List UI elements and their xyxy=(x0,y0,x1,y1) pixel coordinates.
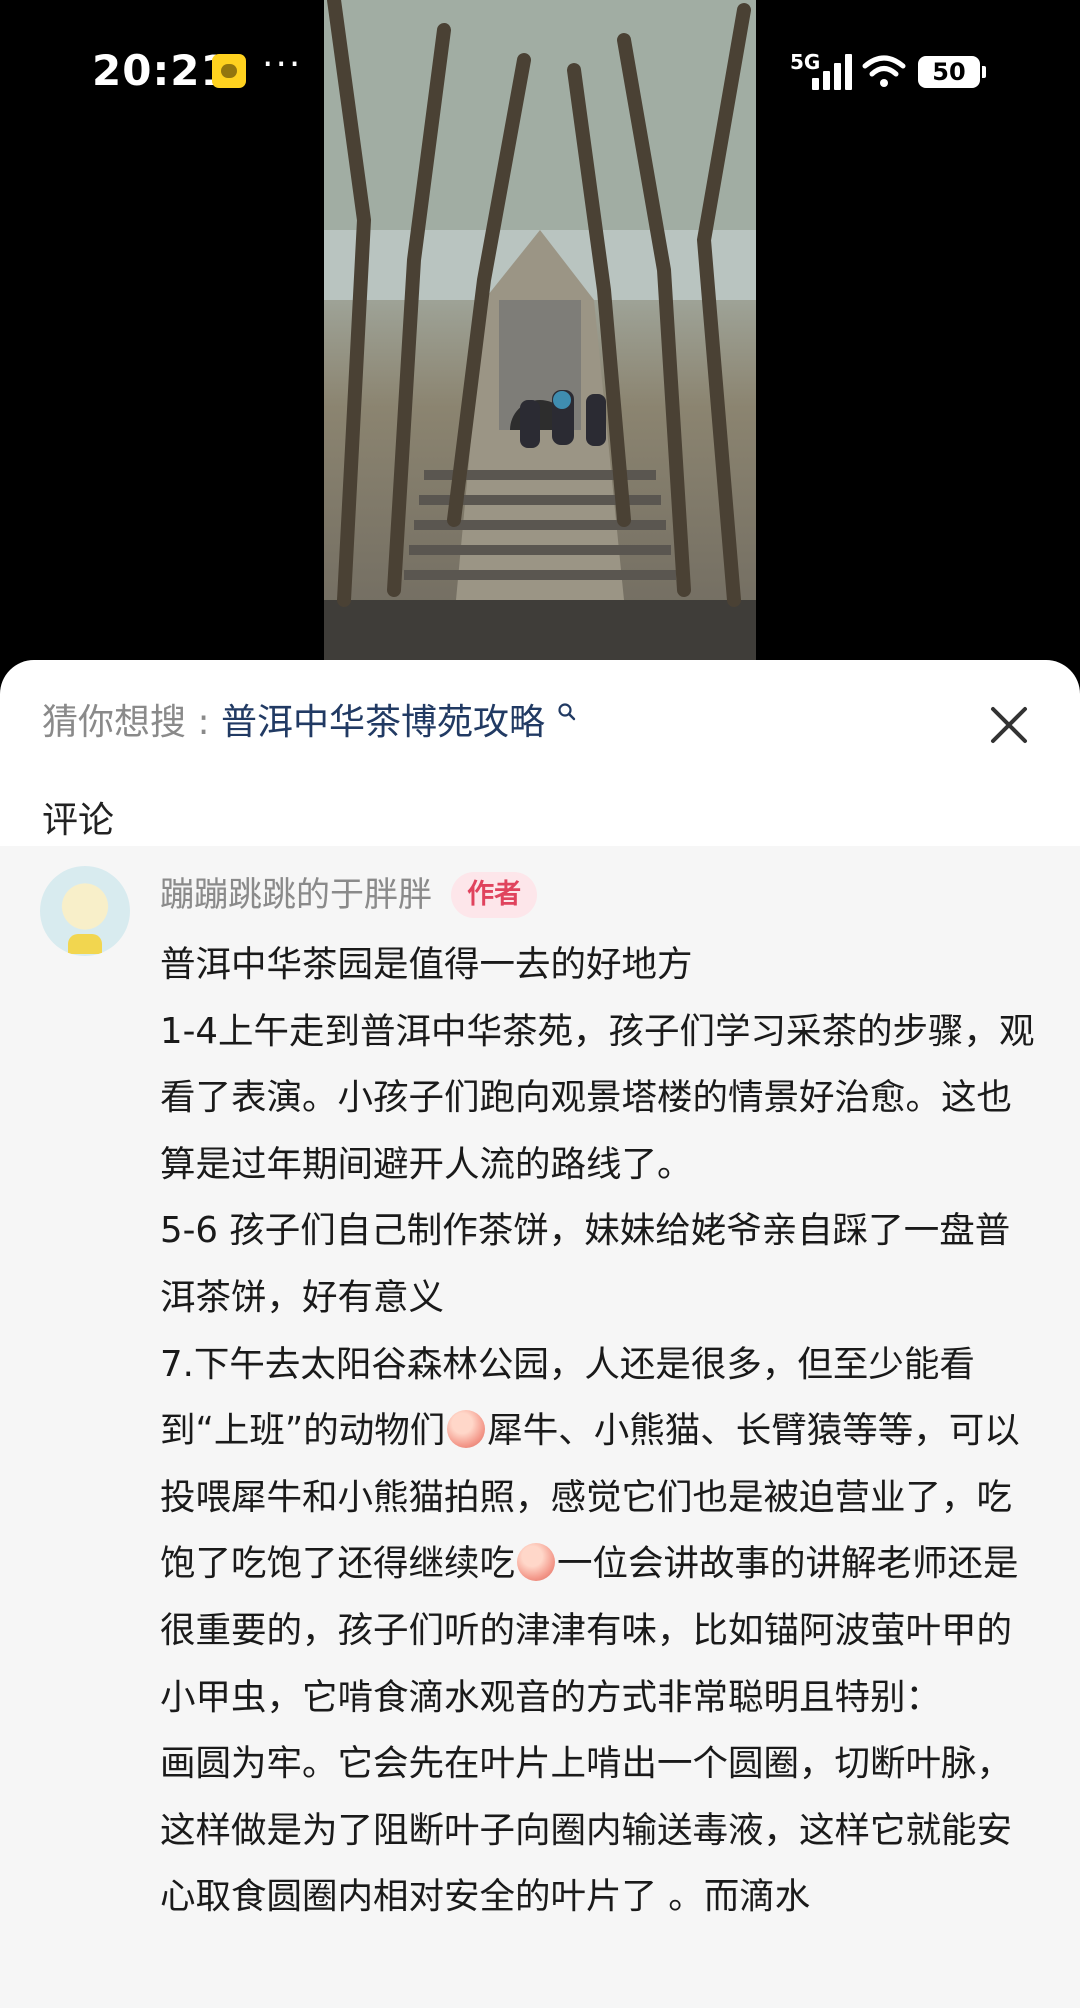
author-badge: 作者 xyxy=(451,872,538,918)
search-icon xyxy=(557,703,575,721)
status-time: 20:21 xyxy=(92,46,231,95)
search-suggestion-label: 猜你想搜 : xyxy=(42,702,210,743)
close-icon[interactable] xyxy=(984,700,1034,750)
signal-icon xyxy=(812,52,856,90)
app-notification-icon xyxy=(212,54,246,88)
comment-body: 普洱中华茶园是值得一去的好地方 1-4上午走到普洱中华茶苑，孩子们学习采茶的步骤… xyxy=(160,932,1040,1931)
crying-emoji-icon xyxy=(517,1543,556,1582)
comment-paragraph: 1-4上午走到普洱中华茶苑，孩子们学习采茶的步骤，观看了表演。小孩子们跑向观景塔… xyxy=(160,1010,1035,1185)
more-notifications-indicator: ··· xyxy=(262,44,303,85)
battery-icon: 50 xyxy=(918,56,986,88)
comment-paragraph: 7.下午去太阳谷森林公园，人还是很多，但至少能看到“上班”的动物们 犀牛、小熊猫、… xyxy=(160,1332,1040,1732)
comment-paragraph: 画圆为牢。它会先在叶片上啃出一个圆圈，切断叶脉，这样做是为了阻断叶子向圈内输送毒… xyxy=(160,1743,1013,1918)
author-name[interactable]: 蹦蹦跳跳的于胖胖 xyxy=(160,870,432,920)
comment-sheet: 猜你想搜 : 普洱中华茶博苑攻略 评论 蹦蹦跳跳的于胖胖 作者 普洱中华茶园是值… xyxy=(0,660,1080,2008)
avatar[interactable] xyxy=(40,866,130,956)
search-suggestion-link[interactable]: 普洱中华茶博苑攻略 xyxy=(221,702,545,743)
comments-section-title: 评论 xyxy=(42,800,115,841)
comment-item[interactable]: 蹦蹦跳跳的于胖胖 作者 普洱中华茶园是值得一去的好地方 1-4上午走到普洱中华茶… xyxy=(0,846,1080,2008)
status-bar: 20:21 ··· 5G 50 xyxy=(0,0,1080,140)
search-suggestion[interactable]: 猜你想搜 : 普洱中华茶博苑攻略 xyxy=(42,698,577,748)
emoji-icon xyxy=(447,1410,486,1449)
author-row: 蹦蹦跳跳的于胖胖 作者 xyxy=(160,870,538,920)
comment-paragraph: 5-6 孩子们自己制作茶饼，妹妹给姥爷亲自踩了一盘普洱茶饼，好有意义 xyxy=(160,1210,1011,1318)
comment-paragraph: 普洱中华茶园是值得一去的好地方 xyxy=(160,944,693,985)
wifi-icon xyxy=(862,55,906,87)
